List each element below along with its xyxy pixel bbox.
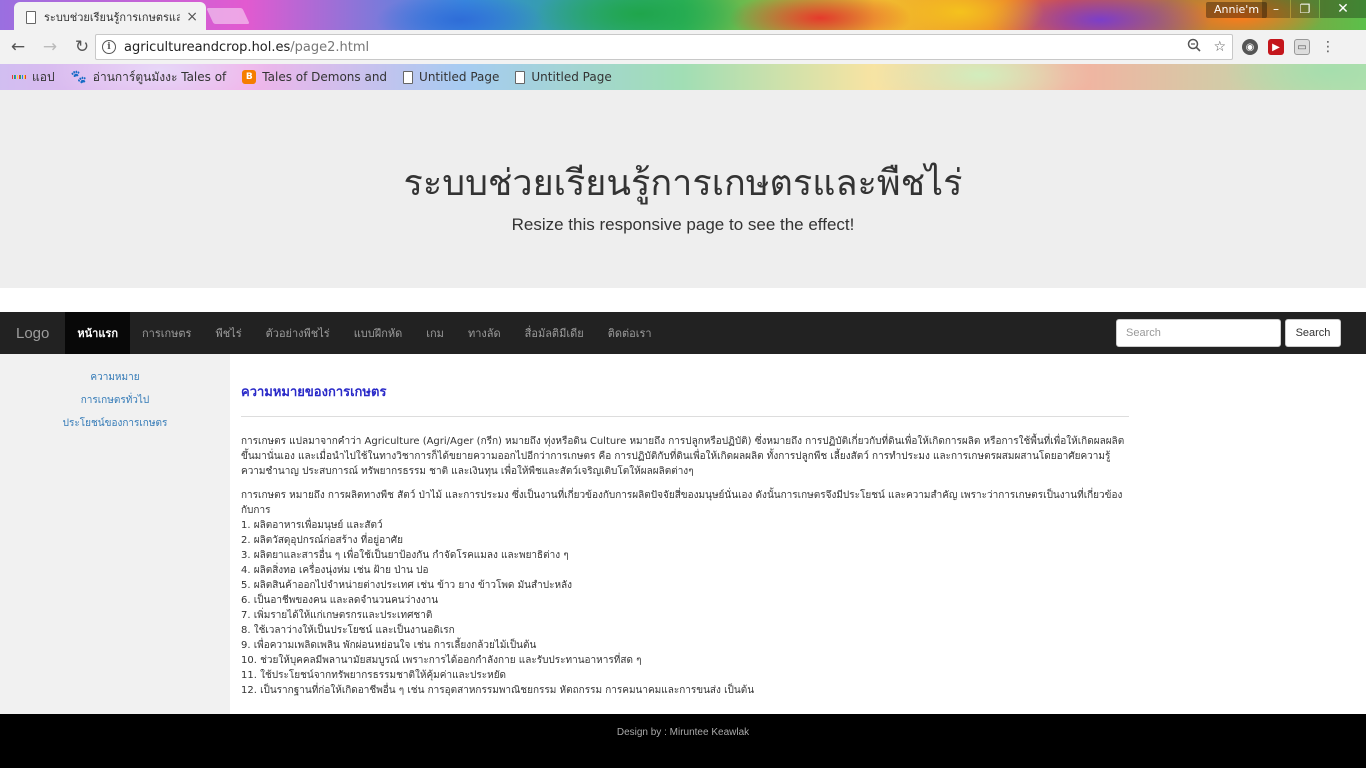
list-item: 4. ผลิตสิ่งทอ เครื่องนุ่งห่ม เช่น ฝ้าย ป… [241,565,429,576]
bookmark-untitled-1[interactable]: Untitled Page [403,70,499,84]
list-item: 8. ใช้เวลาว่างให้เป็นประโยชน์ และเป็นงาน… [241,625,455,636]
main-content: ความหมายของการเกษตร การเกษตร แปลมาจากคำว… [241,354,1129,714]
benefits-list: 1. ผลิตอาหารเพื่อมนุษย์ และสัตว์ 2. ผลิต… [241,518,1129,698]
address-bar[interactable]: i agricultureandcrop.hol.es/page2.html ☆ [95,34,1233,60]
list-item: 5. ผลิตสินค้าออกไปจำหน่ายต่างประเทศ เช่น… [241,580,573,591]
bookmark-label: แอป [32,69,55,84]
extension-globe-icon[interactable]: ◉ [1242,39,1258,55]
nav-item-multimedia[interactable]: สื่อมัลติมีเดีย [513,312,596,354]
page-subtitle: Resize this responsive page to see the e… [511,215,855,234]
list-item: 1. ผลิตอาหารเพื่อมนุษย์ และสัตว์ [241,520,383,531]
bookmarks-bar: แอป 🐾 อ่านการ์ตูนมังงะ Tales of B Tales … [0,64,1366,90]
bookmark-apps[interactable]: แอป [11,68,55,87]
extensions-area: ◉ ▶ ▭ ⋮ [1242,34,1336,60]
footer: Design by : Miruntee Keawlak [0,714,1366,768]
menu-icon[interactable]: ⋮ [1320,39,1336,55]
list-item: 2. ผลิตวัสดุอุปกรณ์ก่อสร้าง ที่อยู่อาศัย [241,535,403,546]
nav-menu: หน้าแรก การเกษตร พืชไร่ ตัวอย่างพืชไร่ แ… [65,312,663,354]
window-controls: – ❐ ✕ [1261,0,1366,18]
apps-grid-icon [11,70,27,84]
browser-toolbar: ← → ↻ i agricultureandcrop.hol.es/page2.… [0,30,1366,64]
browser-tab-active[interactable]: ระบบช่วยเรียนรู้การเกษตรและ × [14,2,206,32]
bookmark-label: อ่านการ์ตูนมังงะ Tales of [92,69,227,84]
search-input[interactable] [1116,319,1281,347]
extension-page-icon[interactable]: ▭ [1294,39,1310,55]
zoom-icon[interactable] [1187,38,1202,56]
bookmark-untitled-2[interactable]: Untitled Page [515,70,612,84]
url-host: agricultureandcrop.hol.es [124,39,291,55]
bookmark-label: Tales of Demons and [262,70,388,84]
close-tab-icon[interactable]: × [186,10,198,24]
page-icon [403,70,414,84]
list-item: 6. เป็นอาชีพของคน และลดจำนวนคนว่างงาน [241,595,439,606]
nav-item-exercises[interactable]: แบบฝึกหัด [342,312,415,354]
sidebar-item-general-agriculture[interactable]: การเกษตรทั่วไป [0,392,230,415]
extension-video-icon[interactable]: ▶ [1268,39,1284,55]
bookmark-manga[interactable]: 🐾 อ่านการ์ตูนมังงะ Tales of [71,68,227,87]
paragraph-importance: การเกษตร หมายถึง การผลิตทางพืช สัตว์ ป่า… [241,490,1123,516]
url-path: /page2.html [290,39,370,55]
page-title: ระบบช่วยเรียนรู้การเกษตรและพืชไร่ [403,163,963,204]
tab-title: ระบบช่วยเรียนรู้การเกษตรและ [44,11,181,24]
list-item: 3. ผลิตยาและสารอื่น ๆ เพื่อใช้เป็นยาป้อง… [241,550,569,561]
browser-chrome: ระบบช่วยเรียนรู้การเกษตรและ × Annie'm – … [0,0,1366,90]
page-icon [515,70,526,84]
nav-item-shortcuts[interactable]: ทางลัด [456,312,513,354]
section-title: ความหมายของการเกษตร [241,385,387,400]
footer-credit: Design by : Miruntee Keawlak [616,727,750,738]
nav-item-games[interactable]: เกม [414,312,456,354]
nav-item-home[interactable]: หน้าแรก [65,312,130,354]
nav-item-crop-examples[interactable]: ตัวอย่างพืชไร่ [254,312,342,354]
header-jumbotron: ระบบช่วยเรียนรู้การเกษตรและพืชไร่ Resize… [0,90,1366,288]
nav-item-field-crops[interactable]: พืชไร่ [203,312,253,354]
sidebar-item-benefits[interactable]: ประโยชน์ของการเกษตร [0,415,230,438]
blogger-icon: B [242,70,257,84]
main-navbar: Logo หน้าแรก การเกษตร พืชไร่ ตัวอย่างพืช… [0,312,1366,354]
restore-icon[interactable]: ❐ [1291,0,1319,18]
list-item: 10. ช่วยให้บุคคลมีพลานามัยสมบูรณ์ เพราะก… [241,655,642,666]
bookmark-star-icon[interactable]: ☆ [1213,39,1226,55]
list-item: 11. ใช้ประโยชน์จากทรัพยากรธรรมชาติให้คุ้… [241,670,507,681]
forward-icon[interactable]: → [36,33,64,61]
brand-logo[interactable]: Logo [0,325,65,342]
close-window-icon[interactable]: ✕ [1320,0,1366,18]
sidebar: ความหมาย การเกษตรทั่วไป ประโยชน์ของการเก… [0,354,230,714]
nav-item-agriculture[interactable]: การเกษตร [130,312,203,354]
divider [241,416,1129,417]
paragraph-definition: การเกษตร แปลมาจากคำว่า Agriculture (Agri… [241,436,1125,477]
info-icon[interactable]: i [102,40,116,54]
paw-icon: 🐾 [70,69,87,85]
page-icon [26,10,36,24]
nav-item-contact[interactable]: ติดต่อเรา [596,312,664,354]
sidebar-item-meaning[interactable]: ความหมาย [0,369,230,392]
bookmark-tales[interactable]: B Tales of Demons and [242,70,387,84]
list-item: 12. เป็นรากฐานที่ก่อให้เกิดอาชีพอื่น ๆ เ… [241,685,755,696]
minimize-icon[interactable]: – [1262,0,1290,18]
search-form: Search [1116,319,1341,347]
list-item: 7. เพิ่มรายได้ให้แก่เกษตรกรและประเทศชาติ [241,610,433,621]
list-item: 9. เพื่อความเพลิดเพลิน พักผ่อนหย่อนใจ เช… [241,640,537,651]
back-icon[interactable]: ← [4,33,32,61]
search-button[interactable]: Search [1285,319,1341,347]
bookmark-label: Untitled Page [531,70,612,84]
reload-icon[interactable]: ↻ [68,33,96,61]
profile-button[interactable]: Annie'm [1206,2,1268,18]
tab-strip: ระบบช่วยเรียนรู้การเกษตรและ × Annie'm – … [0,0,1366,32]
new-tab-button[interactable] [206,8,250,24]
bookmark-label: Untitled Page [419,70,500,84]
